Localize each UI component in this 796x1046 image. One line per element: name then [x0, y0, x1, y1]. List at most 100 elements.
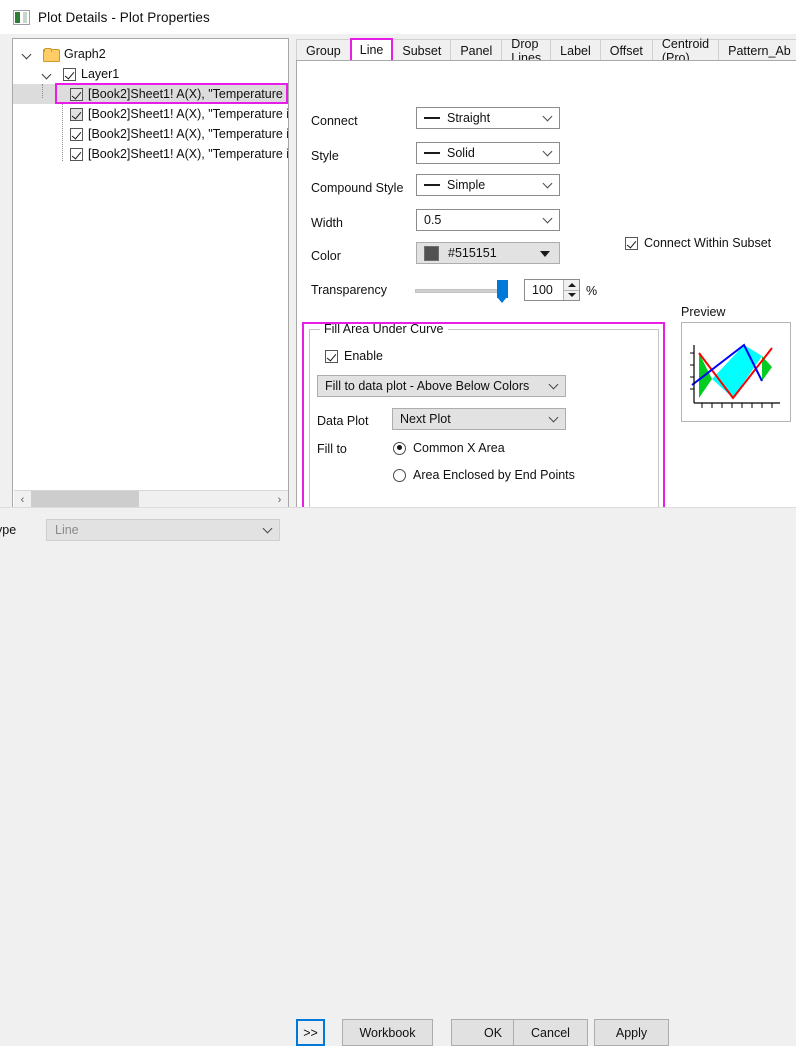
- apply-button[interactable]: Apply: [594, 1019, 669, 1046]
- tab-centroid-pro[interactable]: Centroid (Pro): [652, 39, 719, 61]
- width-combo[interactable]: 0.5: [416, 209, 560, 231]
- chevron-down-icon[interactable]: [263, 524, 273, 534]
- radio-icon[interactable]: [393, 469, 406, 482]
- chevron-down-icon[interactable]: [543, 214, 553, 224]
- data-plot-label: Data Plot: [317, 414, 368, 428]
- window-title: Plot Details - Plot Properties: [38, 10, 210, 25]
- tab-offset[interactable]: Offset: [600, 39, 653, 61]
- fill-mode-combo[interactable]: Fill to data plot - Above Below Colors: [317, 375, 566, 397]
- type-combo[interactable]: Line: [46, 519, 280, 541]
- scrollbar-thumb[interactable]: [31, 491, 139, 507]
- fill-mode-value: Fill to data plot - Above Below Colors: [325, 379, 529, 393]
- tree-node-layer-checkbox[interactable]: [63, 68, 76, 81]
- tree-item-plot-4-label: [Book2]Sheet1! A(X), "Temperature i: [88, 147, 288, 161]
- chevron-down-icon[interactable]: [41, 68, 54, 81]
- color-swatch: [424, 246, 439, 261]
- transparency-label: Transparency: [311, 283, 387, 297]
- color-combo-value: #515151: [448, 246, 497, 260]
- connect-within-subset-label: Connect Within Subset: [644, 236, 771, 250]
- radio-area-enclosed-end-points[interactable]: Area Enclosed by End Points: [393, 468, 575, 482]
- line-preview-icon: [424, 117, 440, 119]
- tab-group[interactable]: Group: [296, 39, 351, 61]
- tree-item-plot-1-checkbox[interactable]: [70, 88, 83, 101]
- tree-item-plot-1[interactable]: [Book2]Sheet1! A(X), "Temperature i: [13, 84, 288, 104]
- tree-guide-line: [42, 84, 43, 98]
- scroll-right-icon[interactable]: ›: [271, 491, 288, 509]
- radio-common-x-area[interactable]: Common X Area: [393, 441, 505, 455]
- tree-guide-line: [62, 103, 63, 161]
- tree-item-plot-2[interactable]: [Book2]Sheet1! A(X), "Temperature i: [13, 104, 288, 124]
- connect-within-subset-checkbox[interactable]: Connect Within Subset: [625, 236, 771, 250]
- expand-button[interactable]: >>: [296, 1019, 325, 1046]
- transparency-spinner[interactable]: 100: [524, 279, 580, 301]
- radio-icon[interactable]: [393, 442, 406, 455]
- preview-chart: [682, 323, 790, 421]
- width-label: Width: [311, 216, 343, 230]
- tree-item-plot-2-checkbox[interactable]: [70, 108, 83, 121]
- workbook-button[interactable]: Workbook: [342, 1019, 433, 1046]
- transparency-value[interactable]: 100: [525, 283, 563, 297]
- fill-enable-label: Enable: [344, 349, 383, 363]
- tree-item-plot-3-checkbox[interactable]: [70, 128, 83, 141]
- tree-node-layer-label: Layer1: [81, 67, 119, 81]
- tab-pattern-ab[interactable]: Pattern_Ab: [718, 39, 796, 61]
- tree-item-plot-4-checkbox[interactable]: [70, 148, 83, 161]
- spinner-down-icon[interactable]: [563, 290, 579, 301]
- scrollbar-track[interactable]: [31, 491, 271, 509]
- width-combo-value: 0.5: [424, 213, 441, 227]
- chevron-down-icon[interactable]: [543, 147, 553, 157]
- tree-connector: [34, 54, 43, 55]
- data-plot-combo[interactable]: Next Plot: [392, 408, 566, 430]
- line-preview-icon: [424, 152, 440, 154]
- plot-tree-panel[interactable]: Graph2 Layer1 [Book2]Sheet1! A(X), "Temp…: [12, 38, 289, 510]
- radio-common-x-area-label: Common X Area: [413, 441, 505, 455]
- spinner-buttons[interactable]: [563, 280, 579, 300]
- tab-subset[interactable]: Subset: [392, 39, 451, 61]
- tree-connector: [61, 94, 70, 95]
- preview-box: [681, 322, 791, 422]
- cancel-button[interactable]: Cancel: [513, 1019, 588, 1046]
- compound-style-label: Compound Style: [311, 181, 403, 195]
- fill-enable-checkbox[interactable]: Enable: [325, 349, 383, 363]
- properties-tabstrip[interactable]: Group Line Subset Panel Drop Lines Label…: [296, 38, 796, 61]
- checkbox-icon[interactable]: [325, 350, 338, 363]
- tab-panel[interactable]: Panel: [450, 39, 502, 61]
- chevron-down-icon[interactable]: [21, 48, 34, 61]
- tree-item-plot-3[interactable]: [Book2]Sheet1! A(X), "Temperature i: [13, 124, 288, 144]
- color-combo[interactable]: #515151: [416, 242, 560, 264]
- tree-connector: [54, 74, 63, 75]
- type-label: ype: [0, 523, 16, 537]
- spinner-up-icon[interactable]: [563, 280, 579, 290]
- folder-icon: [43, 48, 59, 61]
- line-preview-icon: [424, 184, 440, 186]
- tree-horizontal-scrollbar[interactable]: ‹ ›: [14, 490, 288, 508]
- chevron-down-icon[interactable]: [549, 380, 559, 390]
- transparency-slider-track[interactable]: [415, 289, 500, 293]
- color-label: Color: [311, 249, 341, 263]
- tab-drop-lines[interactable]: Drop Lines: [501, 39, 551, 61]
- tree-node-graph-label: Graph2: [64, 47, 106, 61]
- tree-item-plot-4[interactable]: [Book2]Sheet1! A(X), "Temperature i: [13, 144, 288, 164]
- fill-area-group-title: Fill Area Under Curve: [320, 322, 448, 336]
- tree-item-plot-1-label: [Book2]Sheet1! A(X), "Temperature i: [88, 87, 288, 101]
- dialog-body: Graph2 Layer1 [Book2]Sheet1! A(X), "Temp…: [0, 34, 796, 507]
- connect-combo[interactable]: Straight: [416, 107, 560, 129]
- transparency-slider-thumb[interactable]: [497, 280, 508, 298]
- connect-label: Connect: [311, 114, 358, 128]
- tab-line[interactable]: Line: [350, 38, 394, 61]
- style-combo[interactable]: Solid: [416, 142, 560, 164]
- caret-down-icon[interactable]: [540, 251, 550, 257]
- plot-properties-icon: [13, 10, 30, 25]
- fill-to-label: Fill to: [317, 442, 347, 456]
- scroll-left-icon[interactable]: ‹: [14, 491, 31, 509]
- compound-style-combo[interactable]: Simple: [416, 174, 560, 196]
- tree-node-graph[interactable]: Graph2: [13, 44, 288, 64]
- radio-area-enclosed-end-points-label: Area Enclosed by End Points: [413, 468, 575, 482]
- checkbox-icon[interactable]: [625, 237, 638, 250]
- chevron-down-icon[interactable]: [543, 179, 553, 189]
- tree-node-layer[interactable]: Layer1: [13, 64, 288, 84]
- tab-label[interactable]: Label: [550, 39, 601, 61]
- chevron-down-icon[interactable]: [543, 112, 553, 122]
- style-combo-value: Solid: [447, 146, 475, 160]
- chevron-down-icon[interactable]: [549, 413, 559, 423]
